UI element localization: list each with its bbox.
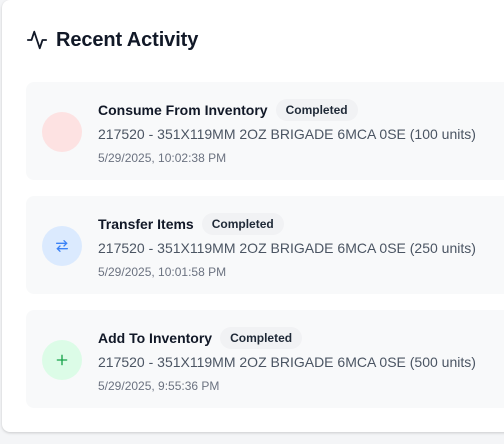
activity-timestamp: 5/29/2025, 10:01:58 PM <box>98 265 227 279</box>
activity-title-row: Consume From Inventory Completed <box>98 97 358 123</box>
activity-description: 217520 - 351X119MM 2OZ BRIGADE 6MCA 0SE … <box>98 240 476 256</box>
activity-icon <box>26 29 48 51</box>
activity-item-consume[interactable]: Consume From Inventory Completed 217520 … <box>26 82 504 180</box>
activity-title-row: Add To Inventory Completed <box>98 325 303 351</box>
panel-title: Recent Activity <box>56 28 199 51</box>
activity-timestamp: 5/29/2025, 10:02:38 PM <box>98 151 227 165</box>
activity-timestamp: 5/29/2025, 9:55:36 PM <box>98 379 220 393</box>
status-badge: Completed <box>220 327 303 349</box>
status-badge: Completed <box>275 99 358 121</box>
activity-description: 217520 - 351X119MM 2OZ BRIGADE 6MCA 0SE … <box>98 126 476 142</box>
recent-activity-card: Recent Activity Consume From Inventory C… <box>2 0 504 432</box>
activity-title: Add To Inventory <box>98 330 213 346</box>
activity-item-add[interactable]: Add To Inventory Completed 217520 - 351X… <box>26 310 504 408</box>
plus-icon <box>42 340 82 380</box>
card-header: Recent Activity <box>26 27 198 53</box>
activity-title: Transfer Items <box>98 216 194 232</box>
activity-description: 217520 - 351X119MM 2OZ BRIGADE 6MCA 0SE … <box>98 354 476 370</box>
transfer-arrows-icon <box>42 226 82 266</box>
activity-title-row: Transfer Items Completed <box>98 211 284 237</box>
activity-item-transfer[interactable]: Transfer Items Completed 217520 - 351X11… <box>26 196 504 294</box>
activity-title: Consume From Inventory <box>98 102 268 118</box>
status-badge: Completed <box>201 213 284 235</box>
consume-icon <box>42 112 82 152</box>
